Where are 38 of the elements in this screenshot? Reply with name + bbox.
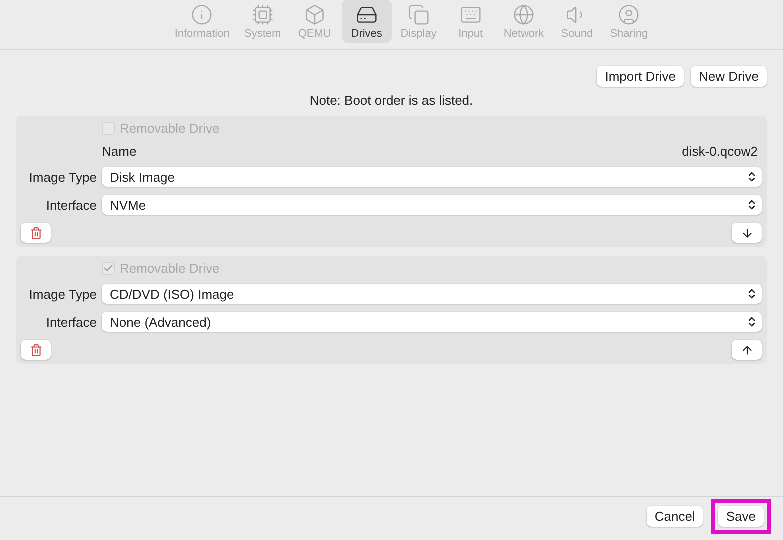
drive-icon [356, 4, 378, 26]
person-icon [618, 4, 640, 26]
file-name: disk-0.qcow2 [682, 144, 758, 159]
trash-icon [30, 226, 42, 240]
trash-icon [30, 344, 42, 356]
field-label: Interface [45, 314, 97, 330]
field-label: Image Type [28, 286, 97, 302]
move-button[interactable] [732, 340, 762, 360]
action-button[interactable]: Import Drive [597, 66, 684, 87]
checkbox-label: Removable Drive [120, 121, 220, 136]
chevron-icon [746, 199, 758, 211]
field-label: Interface [45, 198, 97, 212]
windows-icon [408, 4, 430, 26]
toolbar-tab[interactable]: Drives [342, 0, 392, 43]
box-icon [304, 4, 326, 26]
action-button[interactable]: New Drive [691, 66, 767, 87]
keyboard-icon [460, 4, 482, 26]
field-label: Name [102, 144, 137, 159]
dropdown[interactable]: CD/DVD (ISO) Image [102, 284, 762, 304]
dropdown[interactable]: NVMe [102, 195, 762, 215]
footer-button[interactable]: Save [718, 506, 764, 527]
chevron-icon [746, 316, 758, 328]
up-arrow-icon [740, 344, 754, 356]
delete-button[interactable] [21, 223, 51, 243]
field-label: Image Type [28, 170, 97, 184]
delete-button[interactable] [21, 340, 51, 360]
note-text: Note: Boot order is as listed. [308, 93, 474, 108]
globe-icon [513, 4, 536, 26]
checkbox-label: Removable Drive [120, 261, 220, 276]
dropdown[interactable]: Disk Image [102, 167, 762, 187]
dropdown[interactable]: None (Advanced) [102, 312, 762, 332]
chevron-icon [746, 288, 758, 300]
move-button[interactable] [732, 223, 762, 243]
down-arrow-icon [740, 226, 754, 240]
footer-button[interactable]: Cancel [646, 506, 704, 527]
info-icon [191, 4, 214, 26]
chevron-icon [746, 171, 758, 183]
chip-icon [252, 4, 274, 26]
